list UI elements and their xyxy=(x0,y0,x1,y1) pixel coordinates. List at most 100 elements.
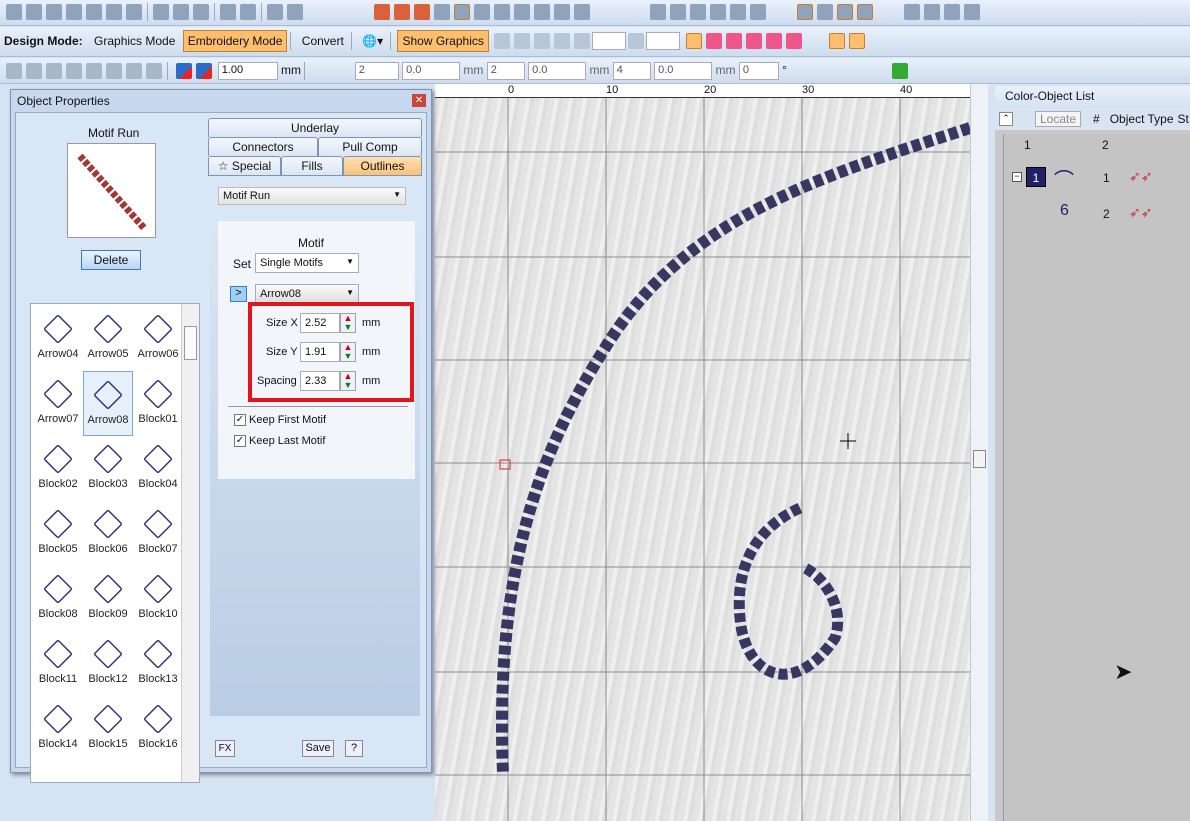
shape-icon[interactable] xyxy=(923,4,940,20)
six-thumbnail[interactable]: 6 xyxy=(1060,202,1069,220)
motif-item-block09[interactable]: Block09 xyxy=(83,566,133,631)
tool-icon[interactable] xyxy=(86,63,102,79)
gallery-scrollbar[interactable] xyxy=(181,304,199,782)
tab-fills[interactable]: Fills xyxy=(281,156,343,175)
size-x-input[interactable]: 2.52 xyxy=(300,313,340,333)
motif-item-block15[interactable]: Block15 xyxy=(83,696,133,761)
shapes-icon[interactable] xyxy=(553,4,570,20)
undo-icon[interactable] xyxy=(220,4,236,20)
satin-icon[interactable] xyxy=(373,4,390,20)
tool-icon[interactable] xyxy=(554,33,571,49)
shape-icon[interactable] xyxy=(963,4,980,20)
tab-outlines[interactable]: Outlines xyxy=(343,156,422,175)
tool-icon[interactable] xyxy=(909,33,925,49)
motif-item-block03[interactable]: Block03 xyxy=(83,436,133,501)
rotate-icon[interactable] xyxy=(574,33,591,49)
delete-button[interactable]: Delete xyxy=(81,250,141,270)
copy-icon[interactable] xyxy=(173,4,189,20)
new-icon[interactable] xyxy=(6,4,22,20)
motif-item-block06[interactable]: Block06 xyxy=(83,501,133,566)
tool-icon[interactable] xyxy=(929,33,945,49)
next-motif-button[interactable]: > xyxy=(230,286,247,302)
motif-item-block14[interactable]: Block14 xyxy=(33,696,83,761)
tool-icon[interactable] xyxy=(534,33,551,49)
shape-icon[interactable] xyxy=(943,4,960,20)
field-5[interactable]: 4 xyxy=(612,62,651,80)
locate-button[interactable]: Locate xyxy=(1035,111,1082,127)
show-graphics-button[interactable]: Show Graphics xyxy=(397,30,489,52)
tool-icon[interactable] xyxy=(857,4,874,20)
tool-icon[interactable] xyxy=(66,63,82,79)
motif-item-block10[interactable]: Block10 xyxy=(133,566,183,631)
search-icon[interactable] xyxy=(287,4,303,20)
tool-icon[interactable] xyxy=(832,63,848,79)
save-icon[interactable] xyxy=(46,4,62,20)
tab-connectors[interactable]: Connectors xyxy=(208,137,318,156)
tool-icon[interactable] xyxy=(869,33,885,49)
tool-icon[interactable] xyxy=(812,63,828,79)
motif-item-block04[interactable]: Block04 xyxy=(133,436,183,501)
motif-item-block11[interactable]: Block11 xyxy=(33,631,83,696)
start-point-icon[interactable] xyxy=(176,63,193,79)
save-button[interactable]: Save xyxy=(302,740,334,757)
preview-icon[interactable] xyxy=(106,4,122,20)
tool-icon[interactable] xyxy=(892,63,909,79)
picture-icon[interactable] xyxy=(533,4,550,20)
vertical-scrollbar[interactable] xyxy=(970,84,988,821)
stitch-icon[interactable] xyxy=(725,33,742,49)
rotate-input[interactable] xyxy=(592,32,627,50)
slant-input[interactable] xyxy=(646,32,681,50)
tab-pull-comp[interactable]: Pull Comp xyxy=(318,137,422,156)
stitch-icon[interactable] xyxy=(705,33,722,49)
close-icon[interactable]: ✕ xyxy=(412,94,426,107)
curve-thumbnail[interactable]: ⌒ xyxy=(1054,164,1074,193)
end-point-icon[interactable] xyxy=(196,63,213,79)
field-2[interactable]: 0.0 xyxy=(402,62,461,80)
collapse-all-icon[interactable]: ⌃ xyxy=(999,112,1013,126)
zoom-icon[interactable] xyxy=(267,4,283,20)
fill-icon[interactable] xyxy=(393,4,410,20)
motif-item-block02[interactable]: Block02 xyxy=(33,436,83,501)
motif-item-arrow04[interactable]: Arrow04 xyxy=(33,306,83,371)
keep-first-motif-checkbox[interactable]: ✓ Keep First Motif xyxy=(234,414,326,427)
tool-icon[interactable] xyxy=(750,4,767,20)
tool-icon[interactable] xyxy=(690,4,707,20)
slant-icon[interactable] xyxy=(628,33,645,49)
tool-icon[interactable] xyxy=(313,63,329,79)
motif-item-block05[interactable]: Block05 xyxy=(33,501,83,566)
set-select[interactable]: Single Motifs ▼ xyxy=(255,253,359,273)
tool-icon[interactable] xyxy=(848,33,865,49)
tool-icon[interactable] xyxy=(46,63,62,79)
grid-icon[interactable] xyxy=(493,4,510,20)
motif-item-block07[interactable]: Block07 xyxy=(133,501,183,566)
stitch-icon[interactable] xyxy=(765,33,782,49)
motif-item-block16[interactable]: Block16 xyxy=(133,696,183,761)
globe-icon[interactable]: 🌐▾ xyxy=(358,31,387,51)
motif-fill-icon[interactable] xyxy=(513,4,530,20)
stitch-icon[interactable] xyxy=(685,33,702,49)
motif-item-arrow08[interactable]: Arrow08 xyxy=(83,371,133,436)
tool-icon[interactable] xyxy=(333,63,349,79)
width-input[interactable]: 1.00 xyxy=(217,62,278,80)
motif-item-block01[interactable]: Block01 xyxy=(133,371,183,436)
tool-icon[interactable] xyxy=(710,4,727,20)
field-1[interactable]: 2 xyxy=(354,62,399,80)
tab-underlay[interactable]: Underlay xyxy=(208,118,422,137)
tool-icon[interactable] xyxy=(146,63,162,79)
tool-icon[interactable] xyxy=(650,4,667,20)
color-swatch[interactable]: 1 xyxy=(1026,167,1046,187)
field-7[interactable]: 0 xyxy=(738,62,779,80)
tool-icon[interactable] xyxy=(837,4,854,20)
spacing-spinner[interactable]: ▲ ▼ xyxy=(340,371,356,391)
check-icon[interactable] xyxy=(817,4,834,20)
tool-icon[interactable] xyxy=(828,33,845,49)
keep-last-motif-checkbox[interactable]: ✓ Keep Last Motif xyxy=(234,435,325,448)
export-icon[interactable] xyxy=(66,4,82,20)
stitch-icon[interactable] xyxy=(745,33,762,49)
tool-icon[interactable] xyxy=(852,63,868,79)
cut-icon[interactable] xyxy=(153,4,169,20)
redo-icon[interactable] xyxy=(240,4,256,20)
fx-button[interactable]: FX xyxy=(215,740,235,757)
motif-item-block13[interactable]: Block13 xyxy=(133,631,183,696)
settings-icon[interactable] xyxy=(126,4,142,20)
